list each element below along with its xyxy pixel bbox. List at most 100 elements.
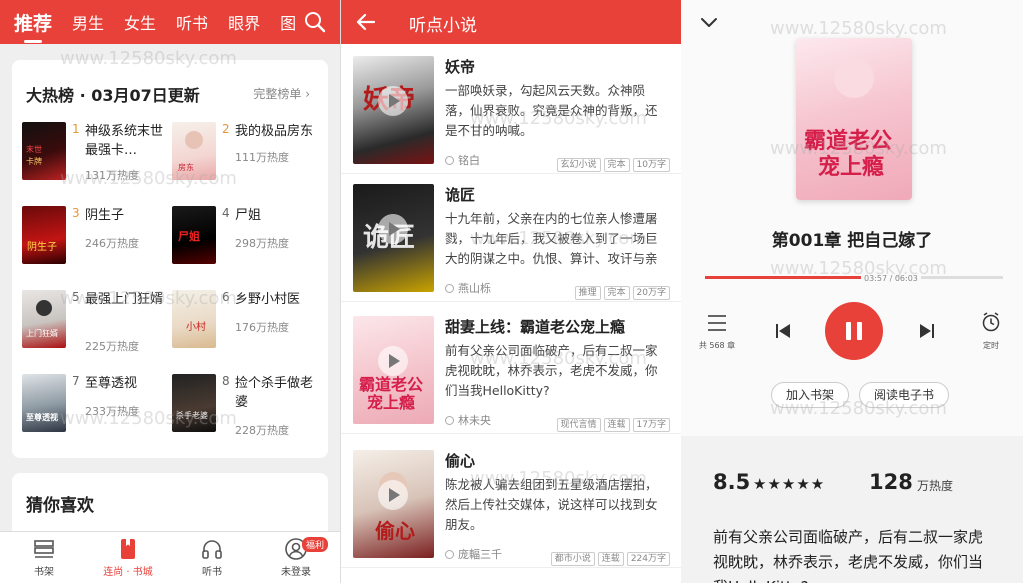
heat-number: 128 xyxy=(869,470,913,494)
tab-female[interactable]: 女生 xyxy=(124,10,156,34)
rank-number: 1 xyxy=(72,122,80,136)
nav-bookstore[interactable]: 连尚 · 书城 xyxy=(88,537,168,578)
book-tags: 玄幻小说 完本 10万字 xyxy=(554,152,670,172)
tag: 连载 xyxy=(597,552,624,566)
nav-audiobook[interactable]: 听书 xyxy=(172,537,252,578)
tag: 都市小说 xyxy=(550,552,595,566)
hot-list-item[interactable]: 尸姐 4 尸姐 298万热度 xyxy=(162,206,317,268)
book-cover: 阴生子 xyxy=(22,206,66,264)
hot-list-item[interactable]: 末世 卡牌 1 神级系统末世最强卡… 131万热度 xyxy=(12,122,167,184)
hot-list-item[interactable]: 房东 2 我的极品房东 111万热度 xyxy=(162,122,317,184)
play-icon[interactable] xyxy=(378,480,408,510)
player-panel: 霸道老公 宠上瘾 第001章 把自己嫁了 03:57 / 06:03 共 568 … xyxy=(681,0,1023,583)
list-header: 听点小说 xyxy=(341,0,681,44)
previous-icon[interactable] xyxy=(775,323,791,339)
book-list-item[interactable]: 诡匠 诡匠 十九年前，父亲在内的七位亲人惨遭屠戮，十九年后，我又被卷入到了一场巨… xyxy=(341,174,681,302)
rank-number: 5 xyxy=(72,290,80,304)
tag: 完本 xyxy=(603,158,630,172)
tag: 推理 xyxy=(574,286,601,300)
book-title: 神级系统末世最强卡… xyxy=(85,124,164,158)
book-list-item[interactable]: 妖帝 妖帝 一部唤妖录，勾起风云天数。众神陨落，仙界衰败。究竟是众神的背叛，还是… xyxy=(341,46,681,174)
hot-list-item[interactable]: 杀手老婆 8 捡个杀手做老婆 228万热度 xyxy=(162,374,317,437)
svg-text:偷心: 偷心 xyxy=(375,519,415,543)
search-icon[interactable] xyxy=(304,11,326,33)
tab-more[interactable]: 图 xyxy=(280,10,296,34)
chapter-count: 共 568 章 xyxy=(698,341,736,350)
book-description: 前有父亲公司面临破产，后有二叔一家虎视眈眈，林乔表示，老虎不发威，你们当我Hel… xyxy=(445,343,658,398)
read-ebook-button[interactable]: 阅读电子书 xyxy=(859,382,950,408)
playback-time: 03:57 / 06:03 xyxy=(861,274,921,283)
hot-list-item[interactable]: 小村 6 乡野小村医 176万热度 xyxy=(162,290,317,352)
book-tags: 现代言情 连载 17万字 xyxy=(554,412,670,432)
hot-list-item[interactable]: 上门狂婿 5 最强上门狂婿 225万热度 xyxy=(12,290,167,353)
book-title: 偷心 xyxy=(445,452,476,470)
svg-text:房东: 房东 xyxy=(178,162,194,172)
rating-score: 8.5 xyxy=(713,470,751,494)
play-icon[interactable] xyxy=(378,346,408,376)
book-author: 庞輻三千 xyxy=(445,546,502,562)
audiobook-list-panel: 听点小说 妖帝 妖帝 一部唤妖录，勾起风云天数。众神陨落，仙界衰败。究竟是众神的… xyxy=(340,0,681,583)
svg-text:宠上瘾: 宠上瘾 xyxy=(367,393,415,412)
book-title: 至尊透视 xyxy=(85,376,138,391)
nav-label: 连尚 · 书城 xyxy=(103,567,153,578)
book-author: 燕山栎 xyxy=(445,280,491,296)
hot-list-item[interactable]: 阴生子 3 阴生子 246万热度 xyxy=(12,206,167,268)
svg-text:卡牌: 卡牌 xyxy=(26,156,42,166)
timer-icon[interactable] xyxy=(981,312,1001,332)
author-icon xyxy=(445,416,454,425)
tag: 224万字 xyxy=(626,552,670,566)
rank-number: 2 xyxy=(222,122,230,136)
book-list-item[interactable]: 霸道老公 宠上瘾 甜妻上线：霸道老公宠上瘾 前有父亲公司面临破产，后有二叔一家虎视… xyxy=(341,306,681,434)
svg-text:上门狂婿: 上门狂婿 xyxy=(26,328,58,338)
book-cover: 至尊透视 xyxy=(22,374,66,432)
book-author: 林未央 xyxy=(445,412,491,428)
book-cover: 尸姐 xyxy=(172,206,216,264)
chevron-down-icon[interactable] xyxy=(699,12,719,32)
book-description: 陈龙被人骗去组团到五星级酒店摆拍，然后上传社交媒体，说这样可以找到女朋友。 xyxy=(445,477,658,532)
tab-male[interactable]: 男生 xyxy=(72,10,104,34)
book-title: 捡个杀手做老婆 xyxy=(235,376,314,410)
add-to-shelf-button[interactable]: 加入书架 xyxy=(771,382,850,408)
heat-count: 228万热度 xyxy=(235,424,289,437)
book-title: 尸姐 xyxy=(235,208,262,223)
back-arrow-icon[interactable] xyxy=(355,11,377,33)
category-tabbar: 推荐 男生 女生 听书 眼界 图 xyxy=(0,0,340,44)
book-tags: 都市小说 连载 224万字 xyxy=(548,546,670,566)
book-list-item[interactable]: 偷心 偷心 陈龙被人骗去组团到五星级酒店摆拍，然后上传社交媒体，说这样可以找到女… xyxy=(341,440,681,568)
tab-audiobook[interactable]: 听书 xyxy=(176,10,208,34)
book-author: 铭白 xyxy=(445,152,480,168)
pause-button[interactable] xyxy=(825,302,883,360)
author-name: 庞輻三千 xyxy=(458,548,502,561)
svg-text:霸道老公: 霸道老公 xyxy=(804,128,892,154)
nav-label: 听书 xyxy=(202,567,222,578)
book-title: 最强上门狂婿 xyxy=(85,292,164,307)
full-ranking-link[interactable]: 完整榜单 › xyxy=(253,85,310,102)
book-cover: 末世 卡牌 xyxy=(22,122,66,180)
tag: 玄幻小说 xyxy=(556,158,601,172)
play-icon[interactable] xyxy=(378,86,408,116)
hot-list-item[interactable]: 至尊透视 7 至尊透视 233万热度 xyxy=(12,374,167,436)
author-name: 铭白 xyxy=(458,154,480,167)
svg-text:尸姐: 尸姐 xyxy=(178,229,200,243)
guess-you-like-title: 猜你喜欢 xyxy=(26,496,94,516)
author-icon xyxy=(445,550,454,559)
hot-list-card: 大热榜 · 03月07日更新 完整榜单 › 末世 卡牌 1 神级系统末世最强卡… … xyxy=(12,60,328,458)
progress-bar[interactable] xyxy=(705,276,1003,279)
chapter-list-icon[interactable] xyxy=(707,314,727,332)
book-description: 十九年前，父亲在内的七位亲人惨遭屠戮，十九年后，我又被卷入到了一场巨大的阴谋之中… xyxy=(445,211,658,266)
rating-stars: ★★★★★ xyxy=(753,475,826,493)
play-icon[interactable] xyxy=(378,214,408,244)
author-name: 林未央 xyxy=(458,414,491,427)
bottom-nav: 书架 连尚 · 书城 听书 福利 未登录 xyxy=(0,531,340,583)
nav-bookshelf[interactable]: 书架 xyxy=(4,537,84,578)
next-icon[interactable] xyxy=(919,323,935,339)
book-title: 阴生子 xyxy=(85,208,125,223)
nav-account[interactable]: 福利 未登录 xyxy=(256,537,336,578)
tab-recommend[interactable]: 推荐 xyxy=(14,9,52,43)
heat-count: 131万热度 xyxy=(85,169,139,182)
tag: 20万字 xyxy=(632,286,670,300)
tab-vision[interactable]: 眼界 xyxy=(228,10,260,34)
book-description: 一部唤妖录，勾起风云天数。众神陨落，仙界衰败。究竟是众神的背叛，还是不甘的呐喊。 xyxy=(445,83,658,138)
player-area: 霸道老公 宠上瘾 第001章 把自己嫁了 03:57 / 06:03 共 568 … xyxy=(681,0,1023,436)
svg-text:杀手老婆: 杀手老婆 xyxy=(176,410,208,420)
